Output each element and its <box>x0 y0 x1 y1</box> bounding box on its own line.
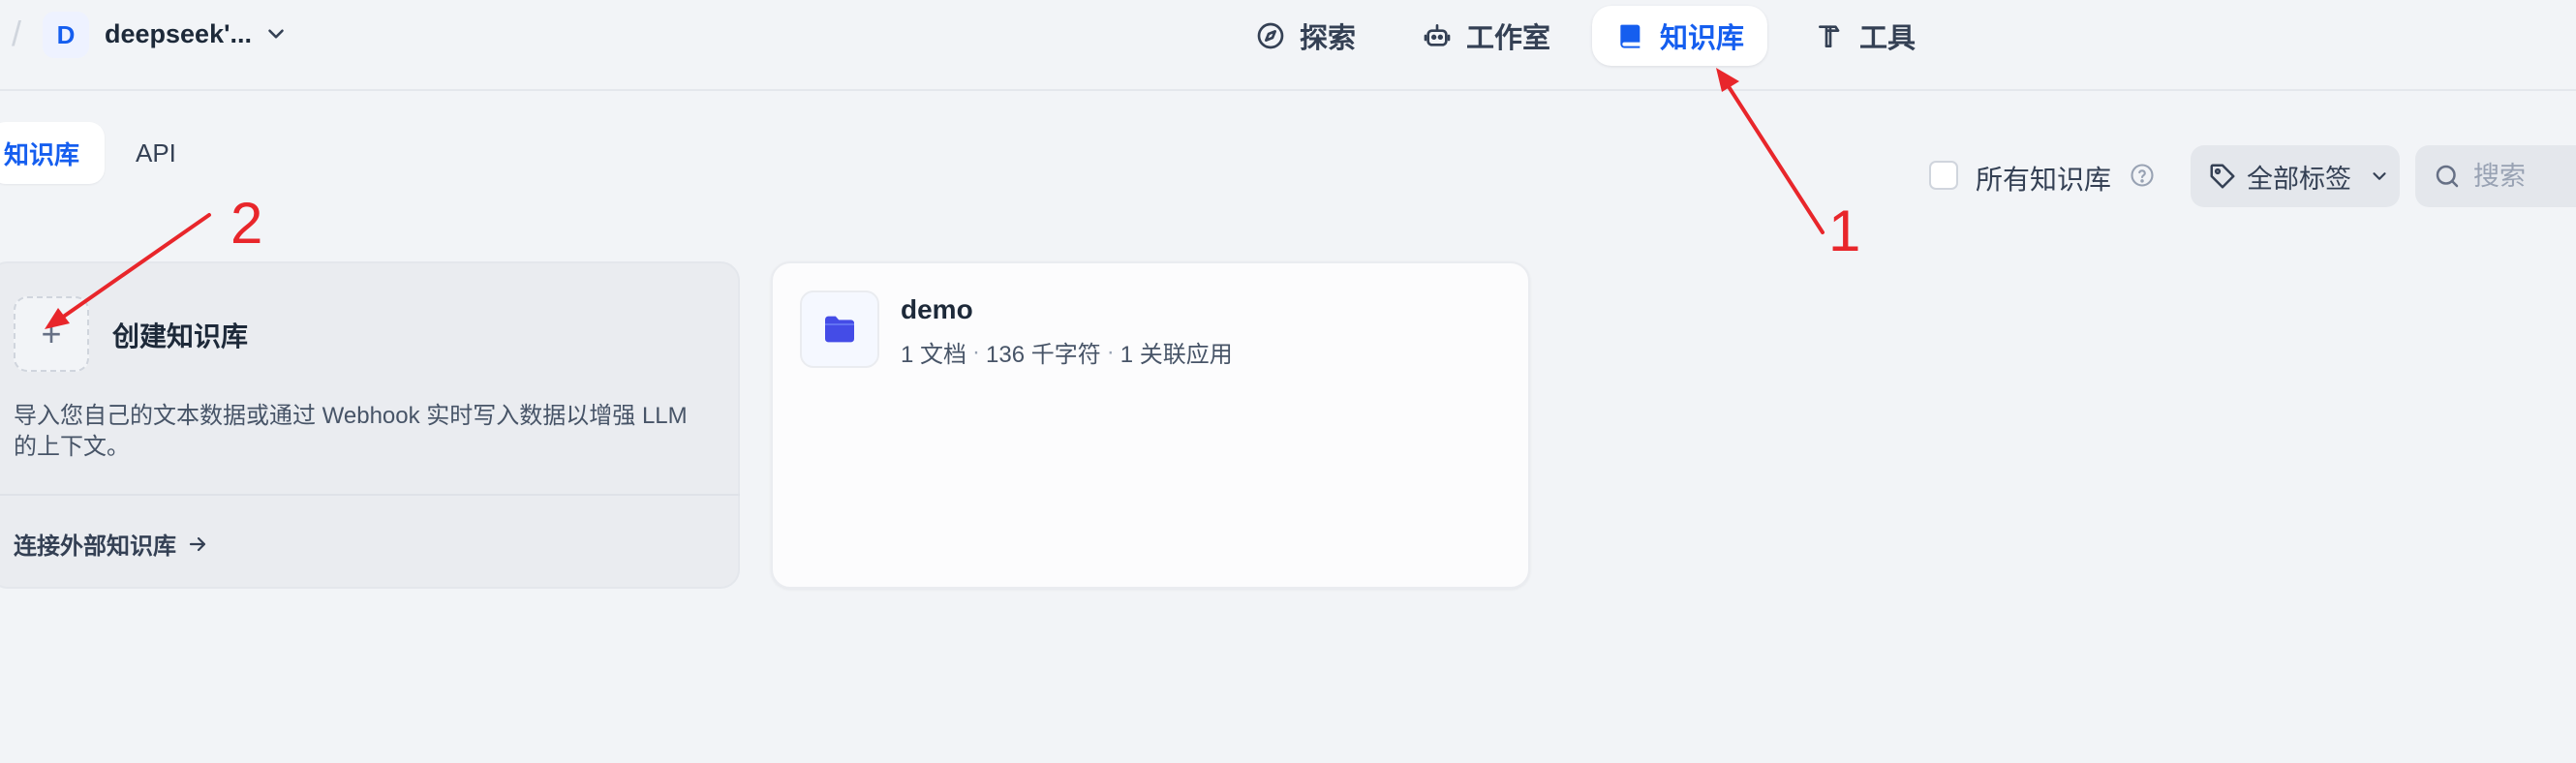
tag-filter-button[interactable]: 全部标签 <box>2191 145 2400 207</box>
tab-knowledge[interactable]: 知识库 <box>0 122 105 184</box>
nav-tools[interactable]: 工具 <box>1792 6 1939 66</box>
create-knowledge-title[interactable]: 创建知识库 <box>112 316 248 354</box>
search-box[interactable] <box>2415 145 2576 207</box>
breadcrumb-separator: / <box>12 14 22 53</box>
nav-knowledge[interactable]: 知识库 <box>1592 6 1768 66</box>
nav-label: 探索 <box>1300 23 1357 54</box>
plus-icon[interactable]: + <box>14 296 89 372</box>
knowledge-card[interactable] <box>771 261 1530 589</box>
annotation-arrow-1 <box>1726 83 1825 234</box>
folder-icon <box>825 316 854 343</box>
arrow-right-icon <box>189 536 206 551</box>
annotation-label-2: 2 <box>230 191 263 256</box>
nav-label: 工具 <box>1859 23 1917 54</box>
workspace-avatar[interactable]: D <box>43 12 89 58</box>
divider <box>0 494 740 496</box>
workspace-name[interactable]: deepseek'... <box>105 19 252 49</box>
help-icon[interactable] <box>2129 162 2156 189</box>
all-knowledge-checkbox[interactable] <box>1929 161 1958 190</box>
chevron-down-icon[interactable] <box>263 21 289 46</box>
book-icon <box>1620 24 1641 48</box>
nav-studio[interactable]: 工作室 <box>1398 6 1574 66</box>
compass-icon <box>1257 22 1284 49</box>
chevron-down-icon <box>2373 172 2386 180</box>
connect-external-link[interactable]: 连接外部知识库 <box>14 527 209 561</box>
knowledge-docs: 1 文档 <box>901 342 967 368</box>
nav-explore[interactable]: 探索 <box>1232 6 1379 66</box>
connect-external-label: 连接外部知识库 <box>14 534 176 560</box>
knowledge-chars: 136 千字符 <box>986 342 1101 368</box>
nav-label: 知识库 <box>1660 23 1745 54</box>
tag-icon <box>2210 164 2235 189</box>
meta-separator: · <box>972 338 981 365</box>
create-knowledge-description: 导入您自己的文本数据或通过 Webhook 实时写入数据以增强 LLM 的上下文… <box>14 403 688 460</box>
knowledge-meta: 1 文档 · 136 千字符 · 1 关联应用 <box>901 335 1233 369</box>
knowledge-icon <box>800 290 879 368</box>
nav-label: 工作室 <box>1466 23 1551 54</box>
robot-icon <box>1424 24 1451 46</box>
knowledge-apps: 1 关联应用 <box>1119 342 1233 368</box>
hammer-icon <box>1819 25 1840 47</box>
meta-separator: · <box>1106 338 1115 365</box>
search-icon <box>2436 165 2459 188</box>
annotation-label-1: 1 <box>1828 198 1861 263</box>
all-knowledge-label: 所有知识库 <box>1976 165 2112 195</box>
search-input[interactable] <box>2471 160 2576 193</box>
tab-api[interactable]: API <box>136 122 176 184</box>
tag-filter-label: 全部标签 <box>2247 164 2351 194</box>
knowledge-name: demo <box>901 294 973 324</box>
